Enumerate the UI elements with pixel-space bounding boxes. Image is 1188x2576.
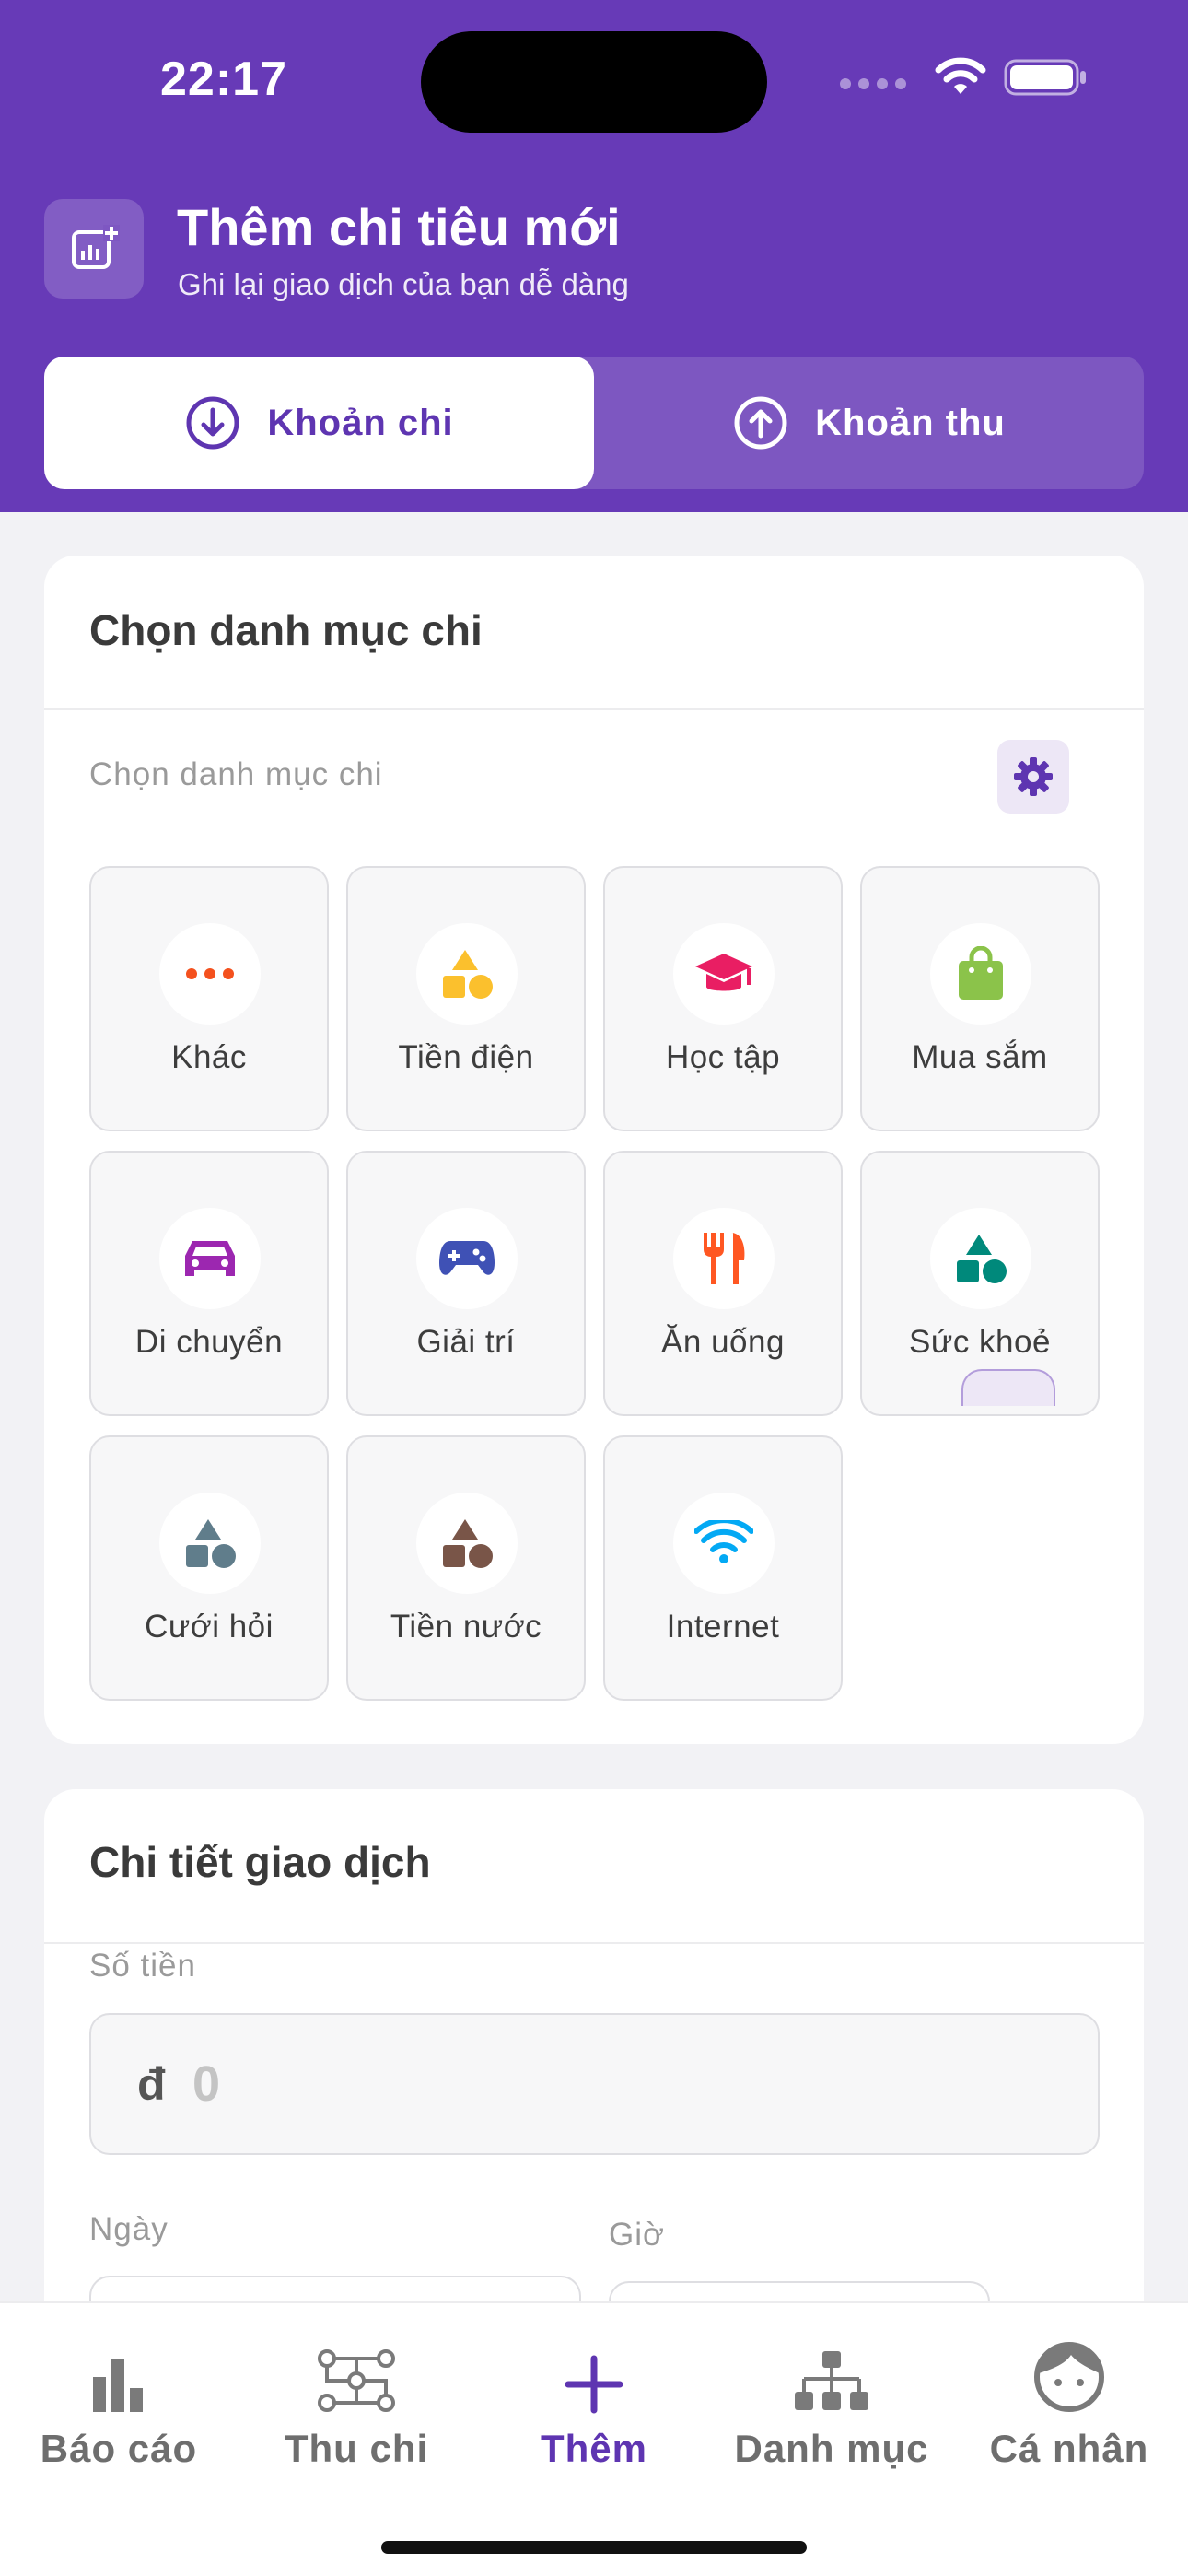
flow-nodes-icon <box>318 2349 395 2412</box>
category-hint: Chọn danh mục chi <box>89 756 383 792</box>
fork-knife-icon <box>704 1233 745 1284</box>
category-tien-dien[interactable]: Tiền điện <box>346 866 586 1131</box>
category-tien-nuoc[interactable]: Tiền nước <box>346 1435 586 1701</box>
graduation-cap-icon <box>695 954 752 991</box>
divider <box>44 1942 1144 1944</box>
plus-icon <box>565 2355 623 2414</box>
chart-add-icon <box>44 199 144 299</box>
status-icons <box>840 57 1089 98</box>
detail-card-title: Chi tiết giao dịch <box>89 1838 431 1886</box>
category-label: Di chuyển <box>134 1324 284 1360</box>
category-cuoi-hoi[interactable]: Cưới hỏi <box>89 1435 329 1701</box>
category-giai-tri[interactable]: Giải trí <box>346 1151 586 1416</box>
car-icon <box>185 1241 235 1276</box>
time-label: Giờ <box>609 2217 665 2253</box>
category-di-chuyen[interactable]: Di chuyển <box>89 1151 329 1416</box>
category-settings-button[interactable] <box>997 740 1069 814</box>
time-picker-button[interactable] <box>961 1369 1055 1406</box>
divider <box>44 708 1144 710</box>
tab-label: Thêm <box>540 2427 647 2470</box>
tab-label: Báo cáo <box>40 2427 198 2470</box>
income-tab-label: Khoản thu <box>815 402 1006 443</box>
tab-thu-chi[interactable]: Thu chi <box>238 2322 475 2488</box>
wifi-icon <box>694 1520 753 1563</box>
wifi-status-icon <box>935 57 986 94</box>
tab-label: Danh mục <box>734 2427 929 2470</box>
shapes-icon <box>957 1235 1007 1283</box>
more-dots-icon <box>186 968 234 979</box>
category-card: Chọn danh mục chi Chọn danh mục chi Khác… <box>44 556 1144 1744</box>
category-label: Cưới hỏi <box>145 1609 274 1645</box>
battery-icon <box>1004 59 1086 96</box>
category-hoc-tap[interactable]: Học tập <box>603 866 843 1131</box>
amount-label: Số tiền <box>89 1948 196 1984</box>
category-mua-sam[interactable]: Mua sắm <box>860 866 1100 1131</box>
gear-icon <box>1014 757 1053 796</box>
bar-chart-icon <box>93 2359 143 2412</box>
transaction-type-segment: Khoản chi Khoản thu <box>44 357 1144 489</box>
signal-dots-icon <box>840 78 906 89</box>
tab-label: Thu chi <box>284 2427 429 2470</box>
bottom-tab-bar: Báo cáo Thu chi Thêm Danh mục Cá nhân <box>0 2301 1188 2576</box>
category-label: Học tập <box>665 1039 781 1075</box>
tab-bao-cao[interactable]: Báo cáo <box>0 2322 238 2488</box>
expense-tab-label: Khoản chi <box>267 402 454 443</box>
page-subtitle: Ghi lại giao dịch của bạn dễ dàng <box>178 267 629 301</box>
transaction-detail-card: Chi tiết giao dịch Số tiền đ Ngày Giờ <box>44 1789 1144 2355</box>
face-icon <box>1034 2342 1104 2412</box>
shopping-bag-icon <box>959 946 1003 1000</box>
arrow-up-circle-icon <box>734 396 787 450</box>
category-label: Tiền nước <box>390 1609 542 1645</box>
category-label: Mua sắm <box>912 1039 1048 1075</box>
dynamic-island <box>421 31 767 133</box>
amount-input[interactable] <box>192 2043 1021 2125</box>
tab-label: Cá nhân <box>989 2427 1149 2470</box>
category-an-uong[interactable]: Ăn uống <box>603 1151 843 1416</box>
hierarchy-icon <box>795 2351 868 2410</box>
category-label: Sức khoẻ <box>909 1324 1051 1360</box>
category-label: Ăn uống <box>661 1324 785 1360</box>
category-label: Tiền điện <box>398 1039 534 1075</box>
home-indicator <box>381 2541 807 2554</box>
currency-symbol: đ <box>137 2058 166 2110</box>
arrow-down-circle-icon <box>186 396 239 450</box>
page-title: Thêm chi tiêu mới <box>177 198 621 256</box>
gamepad-icon <box>439 1241 495 1275</box>
shapes-icon <box>186 1519 236 1568</box>
shapes-icon <box>443 1519 493 1568</box>
category-label: Internet <box>666 1609 780 1645</box>
header: 22:17 Thêm chi tiêu mới Ghi lại giao dịc… <box>0 0 1188 512</box>
tab-danh-muc[interactable]: Danh mục <box>713 2322 950 2488</box>
category-card-title: Chọn danh mục chi <box>89 606 483 654</box>
income-tab[interactable]: Khoản thu <box>594 357 1144 489</box>
category-label: Giải trí <box>416 1324 516 1360</box>
category-label: Khác <box>171 1039 247 1075</box>
shapes-icon <box>443 950 493 999</box>
category-khac[interactable]: Khác <box>89 866 329 1131</box>
tab-ca-nhan[interactable]: Cá nhân <box>950 2322 1188 2488</box>
tab-them[interactable]: Thêm <box>475 2322 713 2488</box>
status-time: 22:17 <box>160 53 287 106</box>
amount-field[interactable]: đ <box>89 2013 1100 2155</box>
date-label: Ngày <box>89 2211 169 2247</box>
category-internet[interactable]: Internet <box>603 1435 843 1701</box>
expense-tab[interactable]: Khoản chi <box>44 357 594 489</box>
